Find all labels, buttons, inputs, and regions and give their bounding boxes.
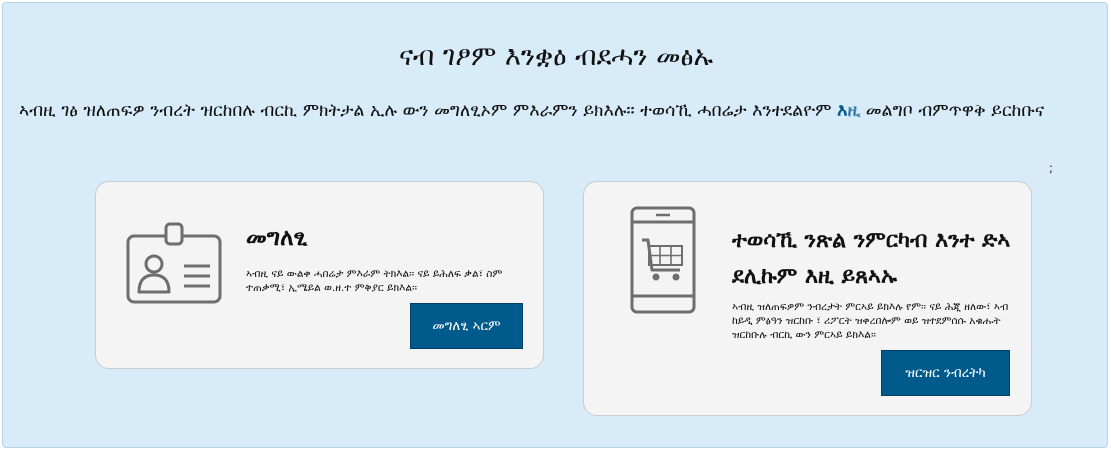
edit-profile-button[interactable]: መግለፂ ኣርም [410,303,523,349]
profile-card-text: ኣብዚ ናይ ውልቀ ሓበሬታ ምእራም ትክእል፡፡ ናይ ይሕለፍ ቃል፣ … [246,268,503,294]
stray-semicolon: ; [1049,161,1054,175]
intro-paragraph: ኣብዚ ገፅ ዝለጠፍዎ ንብረት ዝርከበሉ ብርኪ ምክትታል ኢሉ ውን … [19,98,1089,125]
items-card-title: ተወሳኺ ንጽል ንምርካብ እንተ ድኣ ደሊኩም እዚ ይጸኣኡ [732,227,1011,289]
items-card: ተወሳኺ ንጽል ንምርካብ እንተ ድኣ ደሊኩም እዚ ይጸኣኡ ኣብዚ ዝ… [583,181,1032,416]
contact-link[interactable]: እዚ [837,101,860,121]
intro-text-after: መልግቦ ብምጥዋቅ ይርከቡና [860,101,1045,121]
profile-card: መግለፂ ኣብዚ ናይ ውልቀ ሓበሬታ ምእራም ትክእል፡፡ ናይ ይሕለፍ… [95,181,544,369]
shopping-cart-mobile-icon [630,206,696,314]
item-list-button[interactable]: ዝርዝር ንብረትካ [881,350,1010,396]
profile-card-title: መግለፂ [246,224,308,251]
page-title: ናብ ገፆም እንቋዕ ብደሓን መፅኡ [398,41,714,72]
items-card-text: ኣብዚ ዝለጠፍዎም ንብረታት ምርኣይ ይክእሉ የም፡፡ ናይ ሕጂ ዘለ… [732,301,1009,341]
id-card-icon [126,222,222,304]
intro-text: ኣብዚ ገፅ ዝለጠፍዎ ንብረት ዝርከበሉ ብርኪ ምክትታል ኢሉ ውን … [19,101,838,121]
welcome-panel: ናብ ገፆም እንቋዕ ብደሓን መፅኡ ኣብዚ ገፅ ዝለጠፍዎ ንብረት ዝ… [2,2,1108,448]
